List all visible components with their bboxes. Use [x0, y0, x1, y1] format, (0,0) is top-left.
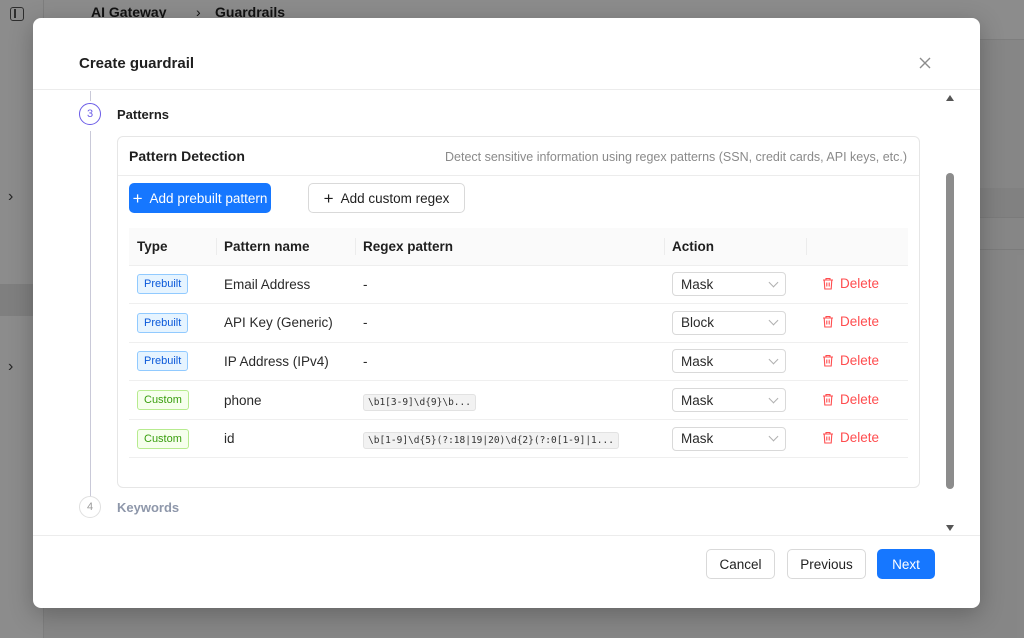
add-custom-label: Add custom regex	[340, 190, 450, 206]
delete-button[interactable]: Delete	[822, 392, 879, 407]
chevron-down-icon	[768, 354, 779, 365]
type-tag: Prebuilt	[137, 274, 189, 295]
chevron-down-icon	[768, 393, 779, 404]
trash-icon	[823, 432, 833, 444]
previous-button[interactable]: Previous	[787, 549, 866, 579]
scroll-thumb[interactable]	[946, 173, 954, 489]
step-4-label: Keywords	[117, 500, 180, 515]
table-row: Prebuilt Email Address - Mask Delete	[129, 265, 908, 305]
delete-button[interactable]: Delete	[822, 276, 879, 291]
table-header-row: Type Pattern name Regex pattern Action	[129, 228, 908, 266]
pattern-name: IP Address (IPv4)	[216, 342, 355, 382]
step-connector	[90, 131, 91, 501]
modal-scrollbar[interactable]	[943, 91, 957, 535]
modal-header: Create guardrail	[33, 18, 980, 90]
cancel-button[interactable]: Cancel	[706, 549, 775, 579]
regex-pattern: \b1[3-9]\d{9}\b...	[363, 393, 476, 411]
modal-footer: Cancel Previous Next	[33, 535, 980, 608]
create-guardrail-modal: Create guardrail 3 Patterns Pattern Dete…	[33, 18, 980, 608]
table-row: Custom phone \b1[3-9]\d{9}\b... Mask Del…	[129, 380, 908, 420]
close-button[interactable]	[917, 55, 933, 71]
trash-icon	[823, 316, 833, 328]
section-description: Detect sensitive information using regex…	[445, 150, 907, 164]
regex-pattern: -	[355, 342, 664, 382]
section-title: Pattern Detection	[129, 148, 245, 164]
type-tag: Prebuilt	[137, 312, 189, 333]
action-select[interactable]: Block	[672, 310, 786, 335]
add-custom-regex-button[interactable]: + Add custom regex	[308, 183, 465, 213]
trash-icon	[823, 354, 833, 367]
table-row: Prebuilt IP Address (IPv4) - Mask Delete	[129, 342, 908, 382]
step-4-indicator: 4	[79, 496, 101, 518]
trash-icon	[823, 277, 833, 290]
regex-pattern: -	[355, 265, 664, 305]
delete-button[interactable]: Delete	[822, 353, 879, 368]
table-row: Custom id \b[1-9]\d{5}(?:18|19|20)\d{2}(…	[129, 419, 908, 459]
pattern-name: phone	[216, 380, 355, 420]
header-action: Action	[664, 228, 806, 266]
regex-pattern: -	[355, 303, 664, 343]
modal-body: 3 Patterns Pattern Detection Detect sens…	[33, 91, 957, 535]
plus-icon: +	[132, 188, 143, 208]
regex-pattern: \b[1-9]\d{5}(?:18|19|20)\d{2}(?:0[1-9]|1…	[363, 432, 619, 450]
trash-icon	[823, 393, 833, 406]
delete-button[interactable]: Delete	[822, 430, 879, 445]
modal-title: Create guardrail	[79, 55, 195, 72]
add-prebuilt-label: Add prebuilt pattern	[149, 190, 268, 206]
action-select[interactable]: Mask	[672, 349, 786, 374]
pattern-name: Email Address	[216, 265, 355, 305]
type-tag: Custom	[137, 390, 189, 411]
close-icon	[919, 57, 931, 69]
header-regex-pattern: Regex pattern	[355, 228, 664, 266]
pattern-name: id	[216, 419, 355, 459]
step-3-label: Patterns	[117, 107, 170, 122]
table-row: Prebuilt API Key (Generic) - Block Delet…	[129, 303, 908, 343]
add-prebuilt-pattern-button[interactable]: + Add prebuilt pattern	[129, 183, 271, 213]
action-select[interactable]: Mask	[672, 388, 786, 413]
card-divider	[118, 175, 919, 176]
action-select[interactable]: Mask	[672, 426, 786, 451]
header-type: Type	[129, 228, 216, 266]
delete-button[interactable]: Delete	[822, 314, 879, 329]
pattern-detection-card: Pattern Detection Detect sensitive infor…	[117, 136, 920, 488]
header-pattern-name: Pattern name	[216, 228, 355, 266]
scroll-down-arrow-icon[interactable]	[946, 525, 954, 531]
chevron-down-icon	[768, 315, 779, 326]
step-3-indicator: 3	[79, 103, 101, 125]
type-tag: Custom	[137, 428, 189, 449]
chevron-down-icon	[768, 431, 779, 442]
chevron-down-icon	[768, 277, 779, 288]
step-connector	[90, 91, 91, 101]
next-button[interactable]: Next	[877, 549, 935, 579]
action-select[interactable]: Mask	[672, 272, 786, 297]
pattern-name: API Key (Generic)	[216, 303, 355, 343]
type-tag: Prebuilt	[137, 351, 189, 372]
plus-icon: +	[323, 188, 334, 208]
header-operations	[806, 228, 908, 266]
patterns-table: Type Pattern name Regex pattern Action P…	[129, 228, 908, 459]
scroll-up-arrow-icon[interactable]	[946, 95, 954, 101]
